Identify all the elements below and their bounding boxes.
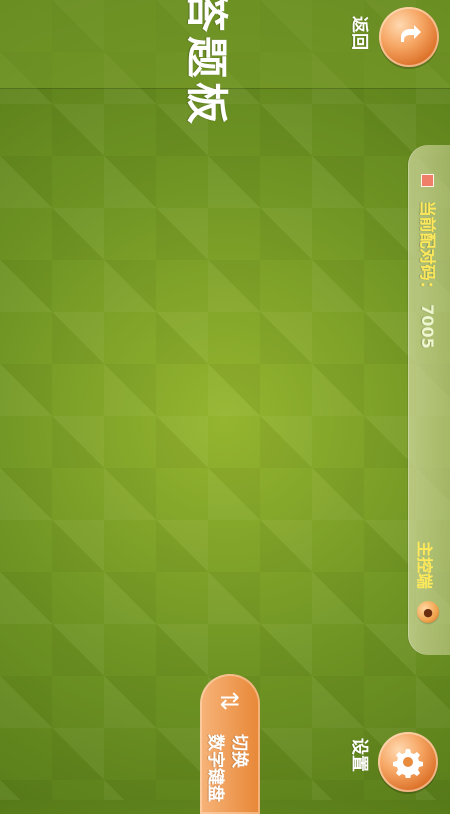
back-label: 返回	[349, 16, 369, 50]
page-title: 答题板	[182, 0, 231, 129]
settings-button[interactable]	[378, 732, 438, 792]
settings-label: 设置	[349, 738, 369, 772]
back-arrow-icon	[401, 25, 421, 42]
pair-code-line: 当前配对码： 7005	[417, 174, 441, 349]
host-label: 主控端	[415, 541, 434, 590]
pair-code-value: 7005	[418, 304, 437, 349]
gear-icon	[393, 749, 423, 778]
status-dot	[421, 174, 434, 187]
switch-line-2: 数字键盘	[205, 734, 225, 802]
switch-button-label: 切换 数字键盘	[203, 734, 251, 802]
switch-line-1: 切换	[229, 734, 249, 768]
top-header: 答题板 返回	[0, 0, 450, 128]
pair-code-label: 当前配对码：	[418, 200, 437, 297]
back-button[interactable]	[379, 7, 439, 67]
switch-arrows-icon: ⇅	[215, 690, 243, 712]
host-icon: ●	[417, 601, 439, 623]
